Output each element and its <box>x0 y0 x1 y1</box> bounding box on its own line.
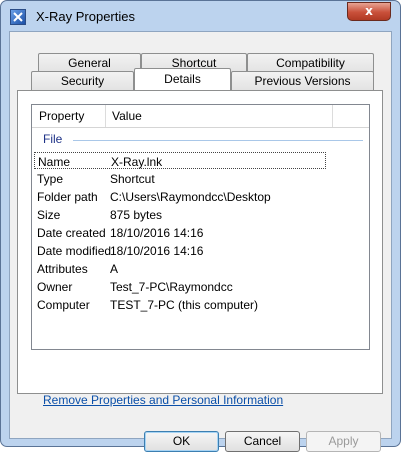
column-header-value[interactable]: Value <box>112 109 142 123</box>
property-value: C:\Users\Raymondcc\Desktop <box>110 190 271 204</box>
property-value: Shortcut <box>110 172 155 186</box>
list-item-size[interactable]: Size 875 bytes <box>34 206 326 223</box>
property-label: Name <box>38 155 71 169</box>
xray-app-icon <box>10 9 26 25</box>
property-label: Owner <box>37 280 73 294</box>
properties-window: X-Ray Properties x General Shortcut Comp… <box>0 0 401 452</box>
cancel-button[interactable]: Cancel <box>225 431 300 452</box>
property-label: Size <box>37 208 61 222</box>
remove-properties-link[interactable]: Remove Properties and Personal Informati… <box>43 393 283 407</box>
property-value: 18/10/2016 14:16 <box>110 226 204 240</box>
tab-previous-versions[interactable]: Previous Versions <box>231 71 374 90</box>
property-value: TEST_7-PC (this computer) <box>110 298 259 312</box>
details-list[interactable]: Property Value File Name X-Ray.lnk Type … <box>31 104 370 350</box>
list-item-date-modified[interactable]: Date modified 18/10/2016 14:16 <box>34 242 326 259</box>
list-item-type[interactable]: Type Shortcut <box>34 170 326 187</box>
close-button[interactable]: x <box>347 2 391 21</box>
group-divider <box>73 140 363 141</box>
column-header-property[interactable]: Property <box>39 109 84 123</box>
tab-compatibility[interactable]: Compatibility <box>247 53 374 72</box>
property-value: X-Ray.lnk <box>111 155 163 169</box>
property-label: Type <box>37 172 64 186</box>
column-divider[interactable] <box>332 105 333 127</box>
group-header-file: File <box>43 132 363 146</box>
title-bar[interactable]: X-Ray Properties x <box>1 1 400 31</box>
property-value: Test_7-PC\Raymondcc <box>110 280 233 294</box>
list-item-folder-path[interactable]: Folder path C:\Users\Raymondcc\Desktop <box>34 188 326 205</box>
list-item-owner[interactable]: Owner Test_7-PC\Raymondcc <box>34 278 326 295</box>
group-label: File <box>43 132 63 146</box>
ok-button[interactable]: OK <box>144 431 219 452</box>
property-value: A <box>110 262 119 276</box>
apply-button[interactable]: Apply <box>306 431 381 452</box>
list-item-name[interactable]: Name X-Ray.lnk <box>34 152 326 169</box>
dialog-body: General Shortcut Compatibility Security … <box>9 31 392 452</box>
property-label: Date modified <box>37 244 112 258</box>
property-label: Folder path <box>37 190 98 204</box>
list-header: Property Value <box>32 105 369 128</box>
property-value: 875 bytes <box>110 208 163 222</box>
property-label: Computer <box>37 298 90 312</box>
window-title: X-Ray Properties <box>36 9 135 24</box>
list-item-date-created[interactable]: Date created 18/10/2016 14:16 <box>34 224 326 241</box>
property-label: Date created <box>37 226 106 240</box>
property-label: Attributes <box>37 262 88 276</box>
tab-general[interactable]: General <box>38 53 141 72</box>
list-item-computer[interactable]: Computer TEST_7-PC (this computer) <box>34 296 326 313</box>
tab-security[interactable]: Security <box>31 71 134 90</box>
list-item-attributes[interactable]: Attributes A <box>34 260 326 277</box>
property-value: 18/10/2016 14:16 <box>110 244 204 258</box>
tab-details[interactable]: Details <box>134 68 231 90</box>
column-divider[interactable] <box>105 105 106 127</box>
